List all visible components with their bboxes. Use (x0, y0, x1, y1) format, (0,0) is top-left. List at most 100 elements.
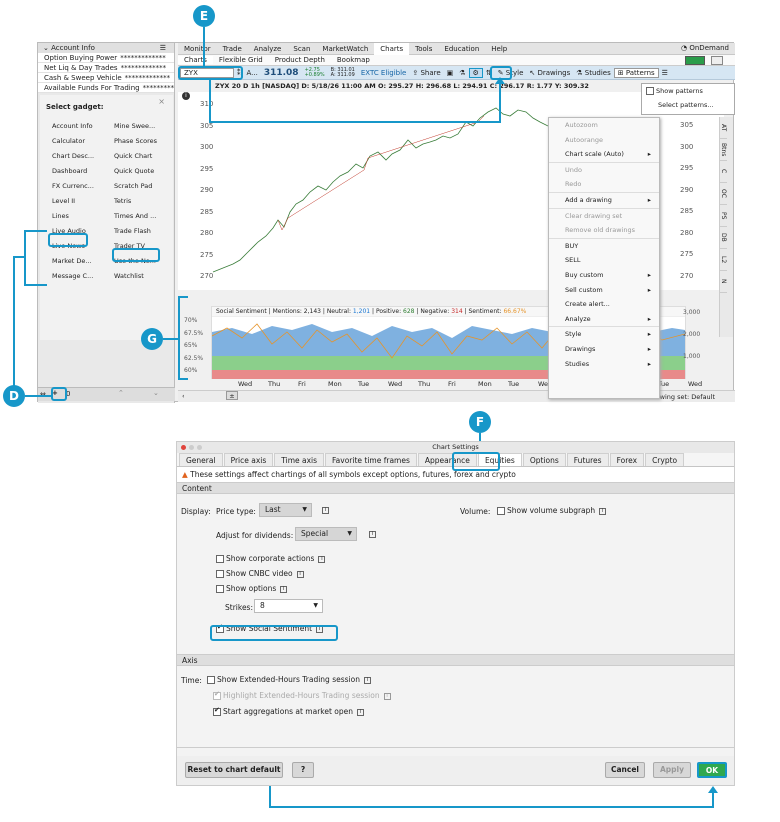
menu-scan[interactable]: Scan (287, 45, 316, 53)
context-menu-item[interactable]: SELL (549, 253, 659, 268)
tab-futures[interactable]: Futures (566, 453, 609, 466)
tab-options[interactable]: Options (522, 453, 566, 466)
scroll-left-icon[interactable]: ‹ (182, 392, 185, 400)
right-tab[interactable]: Btns (720, 139, 727, 161)
ok-button[interactable]: OK (697, 762, 727, 778)
help-icon[interactable]: i (322, 507, 329, 514)
price-type-dropdown[interactable]: Last ▼ (259, 503, 312, 517)
aggregations-checkbox[interactable] (213, 706, 221, 716)
gadget-item[interactable]: Trade Flash (114, 226, 170, 236)
scroll-up-icon[interactable]: ⌃ (118, 389, 124, 397)
show-volume-checkbox[interactable] (497, 507, 505, 515)
extended-hours-checkbox[interactable] (207, 676, 215, 684)
gadget-item[interactable]: Calculator (52, 136, 114, 146)
gadget-item[interactable]: Lines (52, 211, 114, 221)
corporate-actions-checkbox[interactable] (216, 555, 224, 563)
menu-icon[interactable]: ☰ (160, 43, 166, 53)
help-button[interactable]: ? (292, 762, 314, 778)
cnbc-video-checkbox[interactable] (216, 570, 224, 578)
gadget-item[interactable]: Message C... (52, 271, 114, 281)
show-patterns-checkbox[interactable] (646, 87, 654, 95)
camera-icon[interactable]: ▣ (444, 69, 457, 77)
gadget-item[interactable]: Dashboard (52, 166, 114, 176)
help-icon[interactable]: i (363, 676, 371, 684)
gadget-item[interactable]: Chart Desc... (52, 151, 114, 161)
context-menu-item[interactable]: Create alert... (549, 297, 659, 312)
tab-favorite-time-frames[interactable]: Favorite time frames (325, 453, 417, 466)
expand-button[interactable]: ± (226, 391, 238, 400)
gadget-item[interactable]: Quick Chart (114, 151, 170, 161)
menu-monitor[interactable]: Monitor (178, 45, 217, 53)
right-tab[interactable]: DB (720, 227, 727, 249)
strikes-spinner[interactable]: 8 ▼ (254, 599, 323, 613)
extc-eligible[interactable]: EXTC Eligible (358, 69, 409, 77)
show-volume-option[interactable]: Show volume subgraph i (497, 506, 607, 515)
window-controls[interactable] (181, 445, 202, 450)
show-options-checkbox[interactable] (216, 585, 224, 593)
context-menu-item[interactable]: Drawings ▸ (549, 342, 659, 357)
menu-tools[interactable]: Tools (409, 45, 438, 53)
scroll-down-icon[interactable]: ⌄ (153, 389, 159, 397)
extended-hours-option[interactable]: Show Extended-Hours Trading session i (207, 675, 371, 684)
menu-education[interactable]: Education (438, 45, 485, 53)
gadget-item[interactable]: Tetris (114, 196, 170, 206)
help-icon[interactable]: i (369, 531, 376, 538)
ondemand-button[interactable]: ◔ OnDemand (681, 44, 729, 52)
gadget-item[interactable]: Scratch Pad (114, 181, 170, 191)
gadget-item[interactable]: Watchlist (114, 271, 170, 281)
help-icon[interactable]: i (280, 585, 288, 593)
show-options-option[interactable]: Show options i (216, 584, 288, 593)
flask-icon[interactable]: ⚗ (456, 69, 468, 77)
gadget-item[interactable]: Phase Scores (114, 136, 170, 146)
gadget-item[interactable]: Times And ... (114, 211, 170, 221)
cancel-button[interactable]: Cancel (605, 762, 645, 778)
right-tab[interactable]: L2 (720, 249, 727, 271)
help-icon[interactable]: i (296, 570, 304, 578)
gadget-item[interactable]: Account Info (52, 121, 114, 131)
close-icon[interactable]: × (158, 97, 165, 106)
studies-button[interactable]: ⚗ Studies (573, 69, 613, 77)
settings-gear-icon[interactable]: ⚙ (468, 67, 483, 78)
menu-analyze[interactable]: Analyze (248, 45, 288, 53)
select-patterns-item[interactable]: Select patterns... (642, 98, 734, 112)
subtab-item[interactable]: Product Depth (269, 56, 331, 64)
context-menu-item[interactable]: Buy custom ▸ (549, 268, 659, 283)
tab-crypto[interactable]: Crypto (645, 453, 685, 466)
subtab-item[interactable]: Charts (178, 56, 213, 64)
tab-price-axis[interactable]: Price axis (223, 453, 274, 466)
gadget-item[interactable]: FX Currenc... (52, 181, 114, 191)
right-tab[interactable]: N (720, 271, 727, 293)
right-tab[interactable]: OC (720, 183, 727, 205)
context-menu-item[interactable]: Chart scale (Auto) ▸ (549, 147, 659, 162)
layout-button[interactable] (685, 56, 705, 65)
account-info-header[interactable]: ⌄ Account Info ☰ (38, 43, 174, 53)
gadget-item[interactable]: Mine Swee... (114, 121, 170, 131)
tab-forex[interactable]: Forex (609, 453, 645, 466)
reset-to-default-button[interactable]: Reset to chart default (185, 762, 283, 778)
cnbc-video-option[interactable]: Show CNBC video i (216, 569, 304, 578)
gadget-item[interactable]: Level II (52, 196, 114, 206)
layout-toggle[interactable] (711, 56, 723, 65)
context-menu-item[interactable]: Add a drawing ▸ (549, 193, 659, 208)
menu-help[interactable]: Help (485, 45, 513, 53)
patterns-button[interactable]: ⊞ Patterns (613, 67, 659, 78)
menu-marketwatch[interactable]: MarketWatch (316, 45, 374, 53)
menu-charts[interactable]: Charts (374, 42, 410, 55)
context-menu-item[interactable]: Sell custom ▸ (549, 283, 659, 298)
help-icon[interactable]: i (599, 507, 607, 515)
right-tab[interactable]: PS (720, 205, 727, 227)
right-tab[interactable]: AT (720, 117, 727, 139)
subtab-item[interactable]: Bookmap (331, 56, 376, 64)
apply-button[interactable]: Apply (653, 762, 691, 778)
right-tab[interactable]: C (720, 161, 727, 183)
corporate-actions-option[interactable]: Show corporate actions i (216, 554, 326, 563)
aggregations-option[interactable]: Start aggregations at market openi (213, 706, 365, 716)
context-menu-item[interactable]: BUY (549, 239, 659, 254)
subtab-item[interactable]: Flexible Grid (213, 56, 269, 64)
menu-trade[interactable]: Trade (217, 45, 248, 53)
adjust-dividends-dropdown[interactable]: Special ▼ (295, 527, 357, 541)
gadget-item[interactable]: Quick Quote (114, 166, 170, 176)
help-icon[interactable]: i (318, 555, 326, 563)
drawings-button[interactable]: ↖ Drawings (526, 69, 573, 77)
tab-general[interactable]: General (179, 453, 223, 466)
